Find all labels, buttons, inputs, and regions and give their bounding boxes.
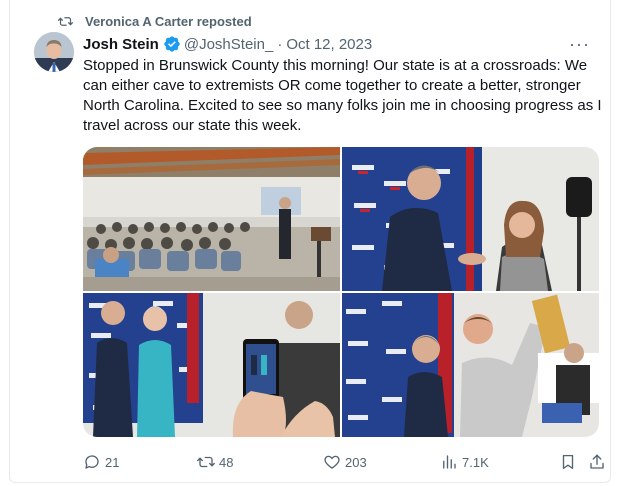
repost-icon <box>197 456 215 468</box>
photo-selfie-sign[interactable] <box>342 293 599 437</box>
action-bar: 21 48 203 7.1K <box>83 452 606 472</box>
author-handle[interactable]: @JoshStein_ <box>184 36 273 53</box>
share-icon <box>590 454 604 469</box>
media-grid <box>83 147 599 437</box>
photo-phone-photo-op[interactable] <box>83 293 340 437</box>
photo-greeting-supporter[interactable] <box>342 147 599 291</box>
views-count: 7.1K <box>462 454 489 470</box>
reply-icon <box>85 455 99 469</box>
repost-banner-text[interactable]: Veronica A Carter reposted <box>85 14 252 29</box>
views-button[interactable]: 7.1K <box>440 452 489 472</box>
repost-count: 48 <box>219 454 234 470</box>
tweet-date[interactable]: Oct 12, 2023 <box>286 36 372 53</box>
bookmark-button[interactable] <box>559 452 577 472</box>
bookmark-icon <box>562 454 574 470</box>
tweet-header: Josh Stein @JoshStein_ · Oct 12, 2023 ··… <box>83 34 596 54</box>
heart-icon <box>324 455 340 469</box>
avatar-image <box>34 32 74 72</box>
more-options-button[interactable]: ··· <box>563 35 596 53</box>
share-button[interactable] <box>588 452 606 472</box>
separator-dot: · <box>277 35 283 53</box>
verified-badge-icon <box>164 36 180 52</box>
tweet-card[interactable]: Veronica A Carter reposted Josh Stein @J… <box>9 0 611 483</box>
repost-icon <box>58 16 73 26</box>
reply-count: 21 <box>105 454 120 470</box>
views-chart-icon <box>443 455 456 469</box>
avatar[interactable] <box>34 32 74 72</box>
author-name[interactable]: Josh Stein <box>83 36 159 53</box>
tweet-text: Stopped in Brunswick County this morning… <box>83 57 602 134</box>
repost-button[interactable]: 48 <box>197 452 233 472</box>
like-count: 203 <box>345 454 367 470</box>
like-button[interactable]: 203 <box>323 452 367 472</box>
photo-town-hall-crowd[interactable] <box>83 147 340 291</box>
reply-button[interactable]: 21 <box>83 452 119 472</box>
repost-banner: Veronica A Carter reposted <box>58 12 252 30</box>
